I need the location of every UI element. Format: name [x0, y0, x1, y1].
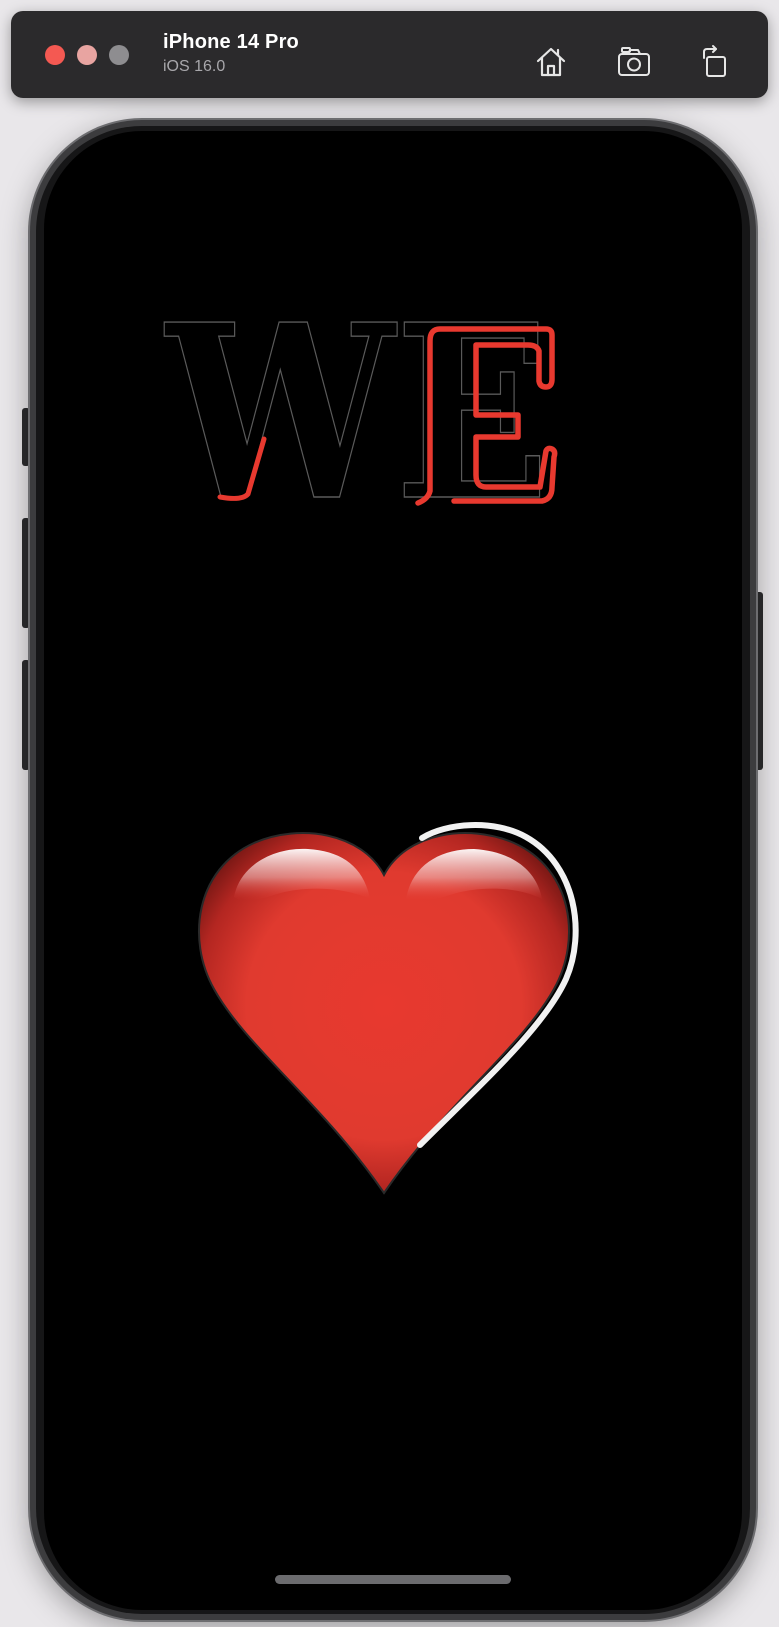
- headline-we: WE: [163, 271, 558, 555]
- rotate-button[interactable]: [697, 44, 733, 80]
- volume-up-button: [22, 518, 30, 628]
- home-indicator[interactable]: [275, 1575, 511, 1584]
- rotate-icon: [703, 45, 726, 77]
- minimize-window-button[interactable]: [77, 45, 97, 65]
- action-button: [22, 408, 30, 466]
- camera-icon: [618, 47, 650, 76]
- heart-icon: [197, 822, 579, 1195]
- home-button[interactable]: [533, 44, 569, 80]
- simulator-toolbar: iPhone 14 Pro iOS 16.0: [11, 11, 768, 98]
- home-icon: [536, 47, 566, 77]
- zoom-window-button[interactable]: [109, 45, 129, 65]
- device-name: iPhone 14 Pro: [163, 31, 299, 53]
- power-button: [755, 592, 763, 770]
- close-window-button[interactable]: [45, 45, 65, 65]
- device-screen: WE: [44, 131, 742, 1610]
- screenshot-button[interactable]: [616, 44, 652, 80]
- volume-down-button: [22, 660, 30, 770]
- os-version: iOS 16.0: [163, 58, 226, 75]
